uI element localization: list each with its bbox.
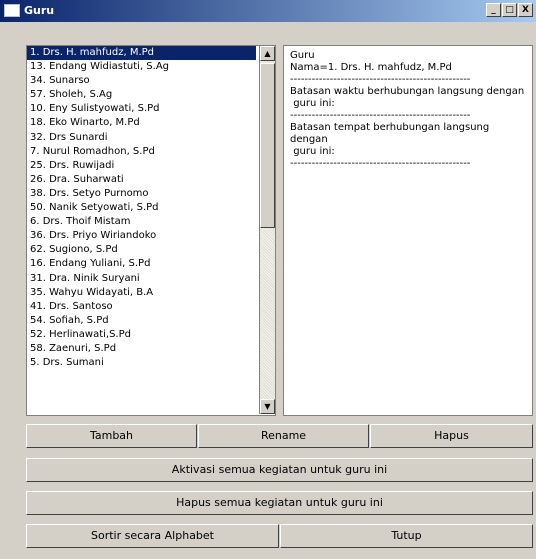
detail-line: ----------------------------------------…	[290, 74, 471, 85]
detail-line: Batasan tempat berhubungan langsung deng…	[290, 122, 493, 145]
teacher-list-scrollbar[interactable]: ▲ ▼	[259, 46, 275, 414]
minimize-button[interactable]: _	[486, 3, 501, 17]
close-window-button[interactable]: X	[518, 3, 533, 17]
teacher-list-item[interactable]: 7. Nurul Romadhon, S.Pd	[27, 145, 275, 159]
teacher-list-item[interactable]: 50. Nanik Setyowati, S.Pd	[27, 201, 275, 215]
title-bar[interactable]: Guru _ □ X	[0, 0, 536, 22]
detail-line: ----------------------------------------…	[290, 158, 471, 169]
teacher-list-item[interactable]: 13. Endang Widiastuti, S.Ag	[27, 60, 275, 74]
teacher-list[interactable]: 1. Drs. H. mahfudz, M.Pd 13. Endang Widia…	[26, 45, 276, 416]
maximize-button[interactable]: □	[502, 3, 517, 17]
window-title: Guru	[24, 4, 55, 17]
rename-button[interactable]: Rename	[198, 424, 369, 448]
teacher-list-item[interactable]: 35. Wahyu Widayati, B.A	[27, 286, 275, 300]
delete-button[interactable]: Hapus	[370, 424, 533, 448]
teacher-list-item[interactable]: 57. Sholeh, S.Ag	[27, 88, 275, 102]
sort-alphabet-button[interactable]: Sortir secara Alphabet	[26, 524, 279, 548]
detail-line: Batasan waktu berhubungan langsung denga…	[290, 86, 525, 97]
scroll-thumb[interactable]	[260, 63, 275, 228]
teacher-list-item[interactable]: 62. Sugiono, S.Pd	[27, 243, 275, 257]
teacher-list-item[interactable]: 25. Drs. Ruwijadi	[27, 159, 275, 173]
teacher-list-item[interactable]: 16. Endang Yuliani, S.Pd	[27, 257, 275, 271]
teacher-list-item[interactable]: 10. Eny Sulistyowati, S.Pd	[27, 102, 275, 116]
teacher-list-item[interactable]: 41. Drs. Santoso	[27, 300, 275, 314]
teacher-list-item[interactable]: 34. Sunarso	[27, 74, 275, 88]
activate-all-button[interactable]: Aktivasi semua kegiatan untuk guru ini	[26, 458, 533, 482]
teacher-list-item[interactable]: 52. Herlinawati,S.Pd	[27, 328, 275, 342]
detail-line: guru ini:	[290, 98, 335, 109]
scroll-down-icon[interactable]: ▼	[260, 399, 275, 414]
detail-line: guru ini:	[290, 146, 335, 157]
guru-window: Guru _ □ X 1. Drs. H. mahfudz, M.Pd 13. E…	[0, 0, 536, 559]
teacher-list-item[interactable]: 1. Drs. H. mahfudz, M.Pd	[27, 46, 256, 61]
detail-line: Guru	[290, 50, 315, 61]
teacher-list-item[interactable]: 58. Zaenuri, S.Pd	[27, 342, 275, 356]
delete-all-activities-button[interactable]: Hapus semua kegiatan untuk guru ini	[26, 491, 533, 515]
teacher-list-item[interactable]: 38. Drs. Setyo Purnomo	[27, 187, 275, 201]
add-button[interactable]: Tambah	[26, 424, 197, 448]
teacher-detail-panel: Guru Nama=1. Drs. H. mahfudz, M.Pd -------…	[283, 45, 533, 416]
detail-line: ----------------------------------------…	[290, 110, 471, 121]
teacher-list-item[interactable]: 32. Drs Sunardi	[27, 131, 275, 145]
teacher-list-item[interactable]: 18. Eko Winarto, M.Pd	[27, 116, 275, 130]
teacher-list-item[interactable]: 5. Drs. Sumani	[27, 356, 275, 370]
teacher-list-item[interactable]: 31. Dra. Ninik Suryani	[27, 272, 275, 286]
window-app-icon	[4, 4, 20, 17]
scroll-up-icon[interactable]: ▲	[260, 46, 275, 61]
teacher-list-item[interactable]: 54. Sofiah, S.Pd	[27, 314, 275, 328]
close-button[interactable]: Tutup	[280, 524, 533, 548]
detail-line: Nama=1. Drs. H. mahfudz, M.Pd	[290, 62, 452, 73]
teacher-list-item[interactable]: 6. Drs. Thoif Mistam	[27, 215, 275, 229]
teacher-list-item[interactable]: 36. Drs. Priyo Wiriandoko	[27, 229, 275, 243]
teacher-list-item[interactable]: 26. Dra. Suharwati	[27, 173, 275, 187]
